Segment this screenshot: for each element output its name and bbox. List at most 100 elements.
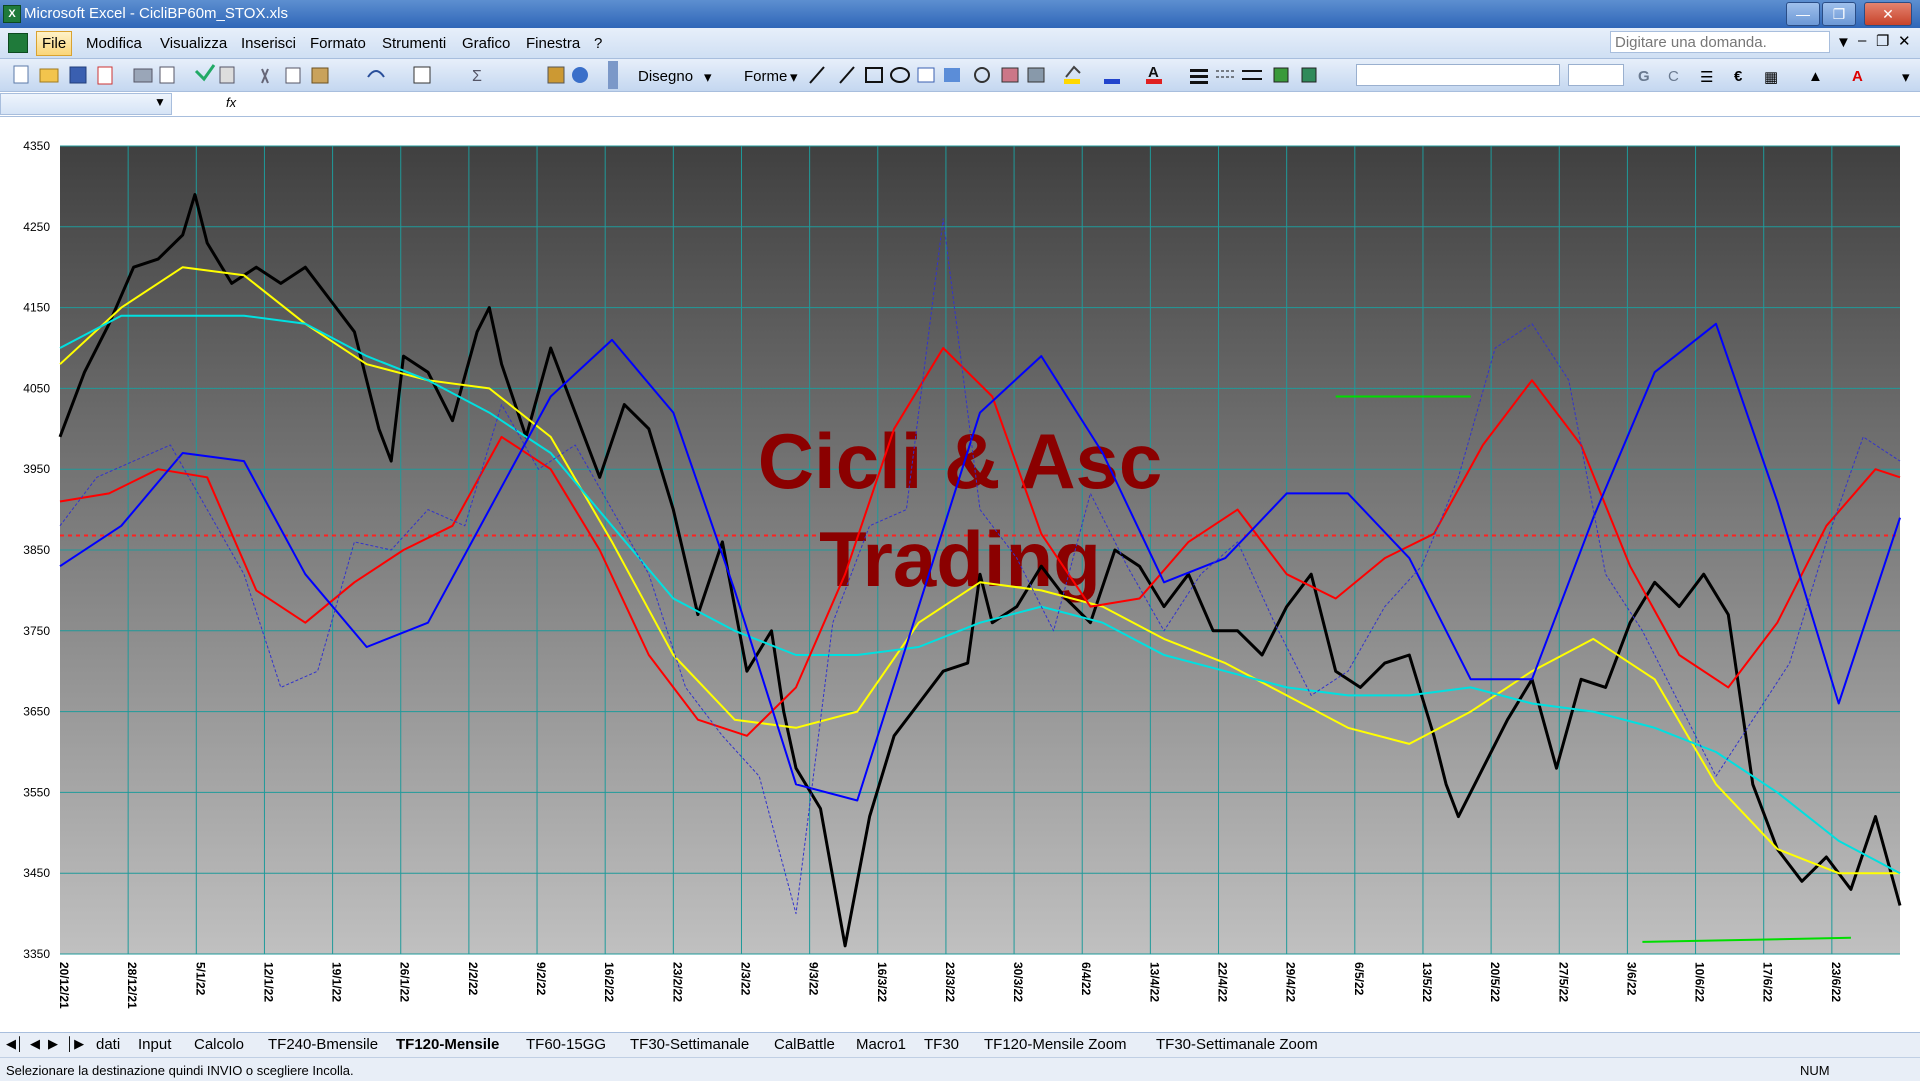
x-tick-label: 23/6/22 (1829, 962, 1843, 1002)
price-cycle-chart[interactable]: 3350 3450 3550 3650 3750 3850 3950 4050 4150 4250… (0, 118, 1920, 1030)
x-tick-label: 16/3/22 (875, 962, 889, 1002)
x-tick-label: 9/2/22 (534, 962, 548, 996)
x-tick-label: 12/1/22 (261, 962, 275, 1002)
x-tick-label: 17/6/22 (1761, 962, 1775, 1002)
fill-color-icon[interactable]: ▲ (1808, 68, 1823, 85)
close-button[interactable]: ✕ (1864, 2, 1912, 26)
status-message: Selezionare la destinazione quindi INVIO… (6, 1063, 354, 1078)
doc-minimize-icon[interactable]: – (1858, 32, 1866, 49)
formula-bar: ▼ fx (0, 92, 1920, 117)
font-size-combo[interactable] (1568, 64, 1624, 86)
x-tick-label: 3/6/22 (1624, 962, 1638, 996)
y-tick-label: 4250 (23, 220, 50, 234)
watermark-line-1: Cicli & Asc (758, 417, 1163, 505)
function-icon[interactable]: fx (226, 95, 236, 110)
tab-first-icon[interactable]: ◀│ (6, 1036, 24, 1052)
title-bar: X Microsoft Excel - CicliBP60m_STOX.xls … (0, 0, 1920, 28)
menu-strumenti[interactable]: Strumenti (382, 35, 446, 52)
standard-toolbar-icons[interactable]: Σ (0, 59, 620, 91)
doc-close-icon[interactable]: ✕ (1898, 32, 1911, 50)
x-tick-label: 27/5/22 (1556, 962, 1570, 1002)
toolbar-options-icon[interactable]: ▾ (1902, 68, 1910, 86)
y-tick-label: 3950 (23, 462, 50, 476)
menu-help[interactable]: ? (594, 35, 602, 52)
y-tick-label: 4150 (23, 301, 50, 315)
y-tick-label: 3850 (23, 543, 50, 557)
menu-bar: File Modifica Visualizza Inserisci Forma… (0, 28, 1920, 59)
tab-tf30-settimanale-zoom[interactable]: TF30-Settimanale Zoom (1148, 1036, 1326, 1053)
toolbar: Σ Disegno ▾ Forme ▾ A G C ☰ € ▦ ▲ A ▾ (0, 59, 1920, 92)
menu-grafico[interactable]: Grafico (462, 35, 510, 52)
x-tick-label: 2/3/22 (738, 962, 752, 996)
x-tick-label: 23/3/22 (943, 962, 957, 1002)
doc-restore-icon[interactable]: ❐ (1876, 32, 1889, 50)
x-tick-label: 19/1/22 (330, 962, 344, 1002)
sheet-tabs-bar: ◀│ ◀ ▶ │▶ dati Input Calcolo TF240-Bmens… (0, 1032, 1920, 1057)
borders-icon[interactable]: ▦ (1764, 68, 1778, 86)
menu-file[interactable]: File (36, 31, 73, 56)
tab-tf30-settimanale[interactable]: TF30-Settimanale (622, 1036, 757, 1053)
y-tick-label: 3750 (23, 624, 50, 638)
tab-tf120-mensile[interactable]: TF120-Mensile (388, 1036, 507, 1053)
menu-finestra[interactable]: Finestra (526, 35, 580, 52)
x-tick-label: 10/6/22 (1693, 962, 1707, 1002)
drawing-toolbar-icons[interactable]: A (806, 59, 1346, 91)
tab-macro1[interactable]: Macro1 (848, 1036, 914, 1053)
x-tick-label: 5/1/22 (193, 962, 207, 996)
minimize-button[interactable]: — (1786, 2, 1820, 26)
x-tick-label: 20/5/22 (1488, 962, 1502, 1002)
x-tick-label: 9/3/22 (807, 962, 821, 996)
tab-calcolo[interactable]: Calcolo (186, 1036, 252, 1053)
x-tick-label: 26/1/22 (398, 962, 412, 1002)
menu-visualizza[interactable]: Visualizza (160, 35, 227, 52)
x-axis: 20/12/21 28/12/21 5/1/22 12/1/22 19/1/22 26/1… (57, 962, 1843, 1009)
menu-modifica[interactable]: Modifica (86, 35, 142, 52)
y-tick-label: 3550 (23, 785, 50, 799)
tab-input[interactable]: Input (130, 1036, 179, 1053)
x-tick-label: 23/2/22 (670, 962, 684, 1002)
tab-prev-icon[interactable]: ◀ (30, 1036, 40, 1052)
question-dropdown-icon[interactable]: ▼ (1836, 34, 1851, 51)
workbook-icon[interactable] (8, 33, 28, 53)
tab-tf60-15gg[interactable]: TF60-15GG (518, 1036, 614, 1053)
chart-area[interactable]: 3350 3450 3550 3650 3750 3850 3950 4050 4150 4250… (0, 118, 1920, 1030)
font-name-combo[interactable] (1356, 64, 1560, 86)
euro-button[interactable]: € (1734, 68, 1742, 85)
y-axis: 3350 3450 3550 3650 3750 3850 3950 4050 4150 4250… (23, 139, 50, 961)
tab-calbattle[interactable]: CalBattle (766, 1036, 843, 1053)
name-box[interactable] (0, 93, 172, 115)
x-tick-label: 13/5/22 (1420, 962, 1434, 1002)
tab-tf120-mensile-zoom[interactable]: TF120-Mensile Zoom (976, 1036, 1135, 1053)
bold-button[interactable]: G (1638, 68, 1650, 85)
svg-text:A: A (1148, 64, 1159, 81)
tab-last-icon[interactable]: │▶ (66, 1036, 84, 1052)
italic-button[interactable]: C (1668, 68, 1679, 85)
x-tick-label: 6/5/22 (1352, 962, 1366, 996)
shapes-menu[interactable]: Forme (744, 68, 787, 85)
excel-app-icon[interactable]: X (3, 5, 21, 23)
x-tick-label: 6/4/22 (1079, 962, 1093, 996)
tab-tf30[interactable]: TF30 (916, 1036, 967, 1053)
help-question-box[interactable]: Digitare una domanda. (1610, 31, 1830, 53)
font-color-icon[interactable]: A (1852, 68, 1863, 85)
maximize-button[interactable]: ❐ (1822, 2, 1856, 26)
align-icon[interactable]: ☰ (1700, 68, 1713, 86)
menu-formato[interactable]: Formato (310, 35, 366, 52)
x-tick-label: 13/4/22 (1147, 962, 1161, 1002)
draw-menu[interactable]: Disegno (638, 68, 693, 85)
tab-tf240-bmensile[interactable]: TF240-Bmensile (260, 1036, 386, 1053)
x-tick-label: 22/4/22 (1216, 962, 1230, 1002)
shapes-menu-arrow-icon[interactable]: ▾ (790, 68, 798, 86)
num-lock-indicator: NUM (1800, 1063, 1830, 1078)
draw-menu-arrow-icon[interactable]: ▾ (704, 68, 712, 86)
x-tick-label: 20/12/21 (57, 962, 71, 1009)
menu-inserisci[interactable]: Inserisci (241, 35, 296, 52)
x-tick-label: 29/4/22 (1284, 962, 1298, 1002)
x-tick-label: 2/2/22 (466, 962, 480, 996)
window-title: Microsoft Excel - CicliBP60m_STOX.xls (24, 5, 288, 22)
name-box-dropdown-icon[interactable]: ▼ (154, 95, 166, 109)
y-tick-label: 4350 (23, 139, 50, 153)
tab-dati[interactable]: dati (88, 1036, 128, 1053)
tab-next-icon[interactable]: ▶ (48, 1036, 58, 1052)
svg-text:Σ: Σ (472, 68, 482, 85)
